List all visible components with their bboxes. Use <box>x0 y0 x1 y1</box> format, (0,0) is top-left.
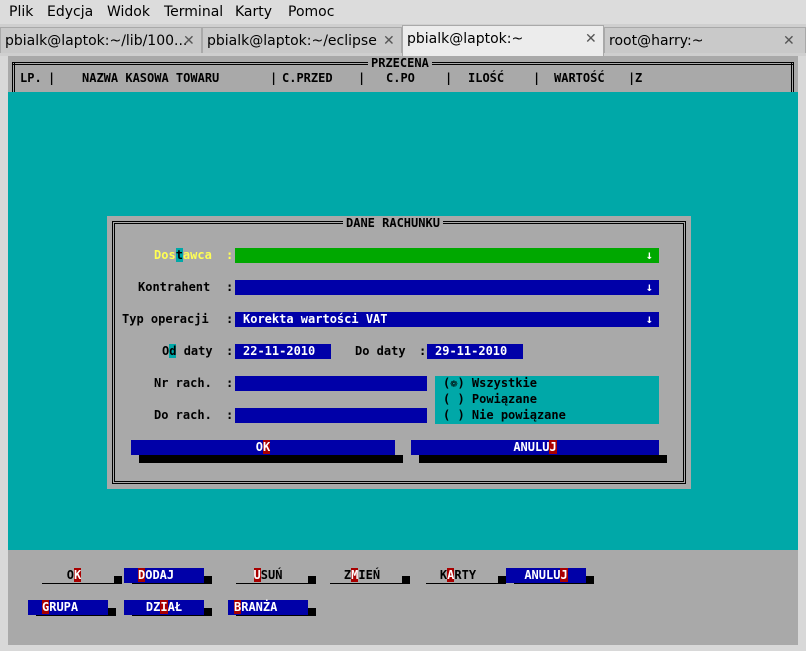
do-rach-label: Do rach. <box>154 408 212 422</box>
screen-title: PRZECENA <box>368 56 432 70</box>
button-shadow <box>139 455 403 463</box>
dzial-button[interactable]: DZIAŁ <box>124 600 204 615</box>
dialog: DANE RACHUNKU Dostawca : ↓ Kontrahent : … <box>107 216 691 489</box>
radio-nie-powiazane[interactable]: ( ) Nie powiązane <box>443 408 566 422</box>
nr-rach-input[interactable] <box>235 376 427 391</box>
tab-label: root@harry:~ <box>609 33 704 49</box>
column-header: Z <box>635 71 643 85</box>
ok-button[interactable]: OK <box>131 440 395 455</box>
karty-button[interactable]: KARTY <box>418 568 498 583</box>
divider <box>793 62 794 92</box>
close-icon[interactable]: ✕ <box>383 28 395 53</box>
do-daty-label: Do daty <box>355 344 406 358</box>
column-header: C.PO <box>386 71 415 85</box>
menubar: Plik Edycja Widok Terminal Karty Pomoc <box>0 0 806 24</box>
column-header: C.PRZED <box>282 71 333 85</box>
ok-action-button[interactable]: OK <box>34 568 114 583</box>
grupa-button[interactable]: GRUPA <box>28 600 108 615</box>
do-daty-input[interactable]: 29-11-2010 <box>427 344 523 359</box>
radio-wszystkie[interactable]: (❁) Wszystkie <box>443 376 537 390</box>
divider <box>14 62 15 92</box>
column-separator: | <box>533 71 541 85</box>
do-rach-input[interactable] <box>235 408 427 423</box>
usun-button[interactable]: USUŃ <box>228 568 308 583</box>
column-separator: | <box>445 71 453 85</box>
typ-operacji-label: Typ operacji <box>122 312 209 326</box>
kontrahent-label: Kontrahent <box>138 280 211 294</box>
dialog-title: DANE RACHUNKU <box>343 216 443 230</box>
menu-pomoc[interactable]: Pomoc <box>288 4 334 20</box>
tab-1[interactable]: pbialk@laptok:~/lib/100... ✕ <box>0 27 202 53</box>
tab-label: pbialk@laptok:~/lib/100... <box>5 33 188 49</box>
dostawca-label: Dostawca <box>154 248 212 262</box>
menu-terminal[interactable]: Terminal <box>164 4 223 20</box>
dropdown-arrow-icon[interactable]: ↓ <box>646 280 653 295</box>
close-icon[interactable]: ✕ <box>183 28 195 53</box>
tab-4[interactable]: root@harry:~ ✕ <box>604 27 806 53</box>
nr-rach-label: Nr rach. <box>154 376 212 390</box>
menu-plik[interactable]: Plik <box>9 4 33 20</box>
divider <box>791 62 792 92</box>
menu-karty[interactable]: Karty <box>235 4 272 20</box>
tab-label: pbialk@laptok:~/eclipse <box>207 33 377 49</box>
filter-radio-group: (❁) Wszystkie ( ) Powiązane ( ) Nie powi… <box>435 376 659 424</box>
close-icon[interactable]: ✕ <box>585 26 597 52</box>
column-separator: | <box>270 71 278 85</box>
bottom-toolbar: OK DODAJ USUŃ ZMIEŃ KARTY ANULUJ GRUPA D… <box>8 550 798 645</box>
separator: : <box>419 344 427 358</box>
separator: : <box>226 280 234 294</box>
separator: : <box>226 312 234 326</box>
column-header: ILOŚĆ <box>468 71 505 85</box>
kontrahent-field[interactable]: ↓ <box>235 280 659 295</box>
button-shadow <box>419 455 667 463</box>
dropdown-arrow-icon[interactable]: ↓ <box>646 248 653 263</box>
separator: : <box>226 248 234 262</box>
terminal-screen[interactable]: PRZECENA LP. | NAZWA KASOWA TOWARU | C.P… <box>8 56 798 645</box>
tab-label: pbialk@laptok:~ <box>407 31 524 47</box>
zmien-button[interactable]: ZMIEŃ <box>322 568 402 583</box>
column-header: NAZWA KASOWA TOWARU <box>82 71 220 85</box>
column-header: WARTOŚĆ <box>554 71 605 85</box>
column-header: LP. <box>20 71 42 85</box>
menu-widok[interactable]: Widok <box>107 4 150 20</box>
divider <box>12 62 13 92</box>
tab-2[interactable]: pbialk@laptok:~/eclipse ✕ <box>202 27 402 53</box>
od-daty-input[interactable]: 22-11-2010 <box>235 344 331 359</box>
dostawca-field[interactable]: ↓ <box>235 248 659 263</box>
od-daty-label: Od daty <box>162 344 213 358</box>
tab-bar: pbialk@laptok:~/lib/100... ✕ pbialk@lapt… <box>0 24 806 56</box>
column-separator: | <box>48 71 56 85</box>
tab-3-active[interactable]: pbialk@laptok:~ ✕ <box>402 25 604 56</box>
separator: : <box>226 344 234 358</box>
cancel-button[interactable]: ANULUJ <box>411 440 659 455</box>
separator: : <box>226 376 234 390</box>
close-icon[interactable]: ✕ <box>783 28 795 53</box>
radio-powiazane[interactable]: ( ) Powiązane <box>443 392 537 406</box>
menu-edycja[interactable]: Edycja <box>47 4 93 20</box>
dropdown-arrow-icon[interactable]: ↓ <box>646 312 653 327</box>
typ-operacji-select[interactable]: Korekta wartości VAT ↓ <box>235 312 659 327</box>
column-separator: | <box>358 71 366 85</box>
anuluj-button[interactable]: ANULUJ <box>506 568 586 583</box>
separator: : <box>226 408 234 422</box>
dodaj-button[interactable]: DODAJ <box>124 568 204 583</box>
branza-button[interactable]: BRANŻA <box>228 600 308 615</box>
